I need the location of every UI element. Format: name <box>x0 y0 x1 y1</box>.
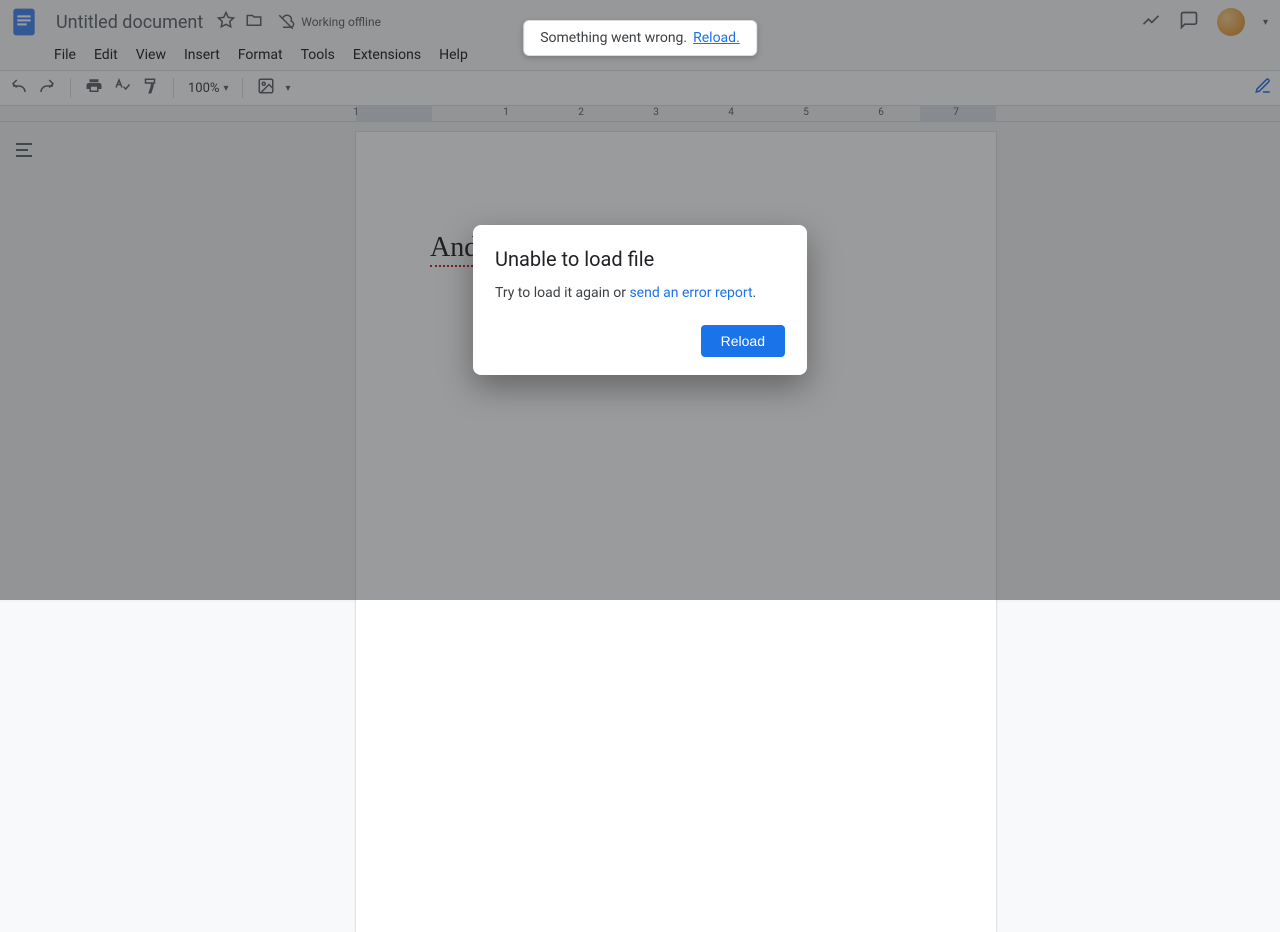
reload-button[interactable]: Reload <box>701 325 785 357</box>
toast-message: Something went wrong. <box>540 30 687 46</box>
toast-reload-link[interactable]: Reload. <box>693 30 740 46</box>
error-modal: Unable to load file Try to load it again… <box>473 225 807 375</box>
modal-body: Try to load it again or send an error re… <box>495 285 785 301</box>
modal-actions: Reload <box>495 325 785 357</box>
modal-body-prefix: Try to load it again or <box>495 285 629 301</box>
error-toast: Something went wrong. Reload. <box>523 20 757 56</box>
modal-body-suffix: . <box>753 285 757 301</box>
modal-title: Unable to load file <box>495 247 785 271</box>
send-error-report-link[interactable]: send an error report <box>629 285 752 301</box>
